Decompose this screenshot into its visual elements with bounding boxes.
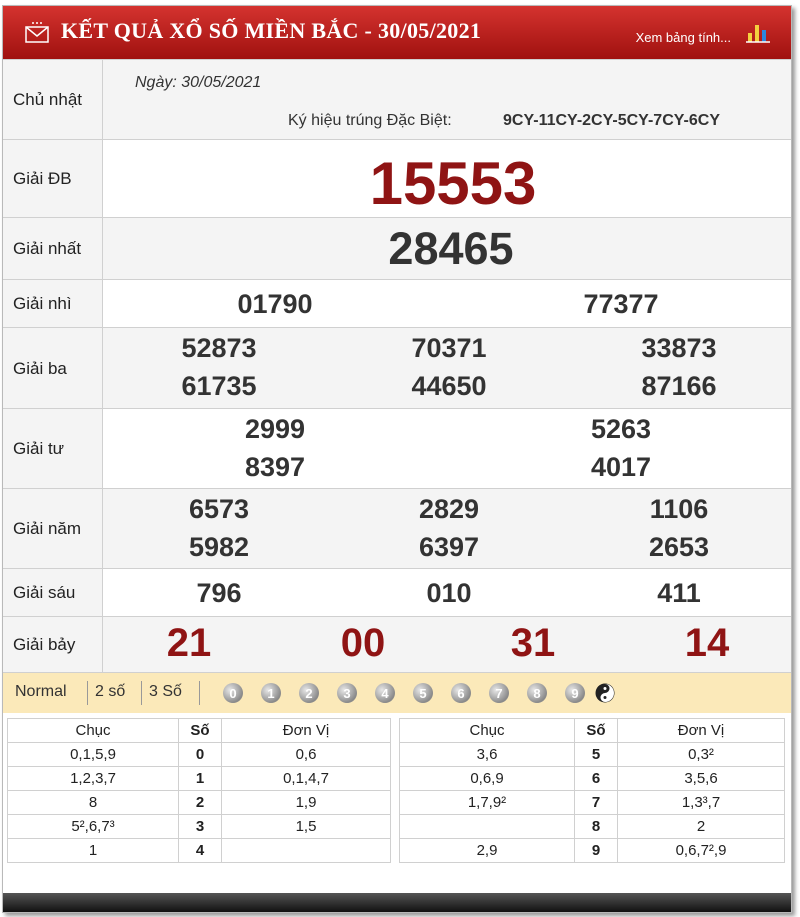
prize-number: 6573 xyxy=(188,494,250,524)
prize-number: 2829 xyxy=(418,494,480,524)
col-header: Số xyxy=(574,718,618,743)
digit-8-button[interactable]: 8 xyxy=(527,683,547,703)
table-row: 1,2,3,7 1 0,1,4,7 xyxy=(7,766,391,791)
prize-row-db: Giải ĐB 15553 xyxy=(3,139,791,218)
table-row: 3,6 5 0,3² xyxy=(399,742,785,767)
yin-yang-icon[interactable] xyxy=(595,683,615,703)
prize-number: 14 xyxy=(684,621,730,665)
info-row: Chủ nhật Ngày: 30/05/2021 Ký hiệu trúng … xyxy=(3,59,791,140)
prize-number: 796 xyxy=(196,578,242,608)
prize-number: 00 xyxy=(340,621,386,665)
prize-row-nhat: Giải nhất 28465 xyxy=(3,217,791,280)
prize-number: 28465 xyxy=(388,223,514,274)
prize-number: 77377 xyxy=(583,289,659,319)
prize-number: 87166 xyxy=(641,371,717,401)
table-row: 5²,6,7³ 3 1,5 xyxy=(7,814,391,839)
prize-number: 70371 xyxy=(411,333,487,363)
loto-table-left: Chục Số Đơn Vị 0,1,5,9 0 0,6 1,2,3,7 1 0,1,4… xyxy=(7,718,391,863)
digit-7-button[interactable]: 7 xyxy=(489,683,509,703)
prize-label: Giải năm xyxy=(3,489,103,569)
prize-number: 01790 xyxy=(237,289,313,319)
digit-2-button[interactable]: 2 xyxy=(299,683,319,703)
results-header: KẾT QUẢ XỔ SỐ MIỀN BẮC - 30/05/2021 Xem … xyxy=(3,6,791,59)
prize-number: 33873 xyxy=(641,333,717,363)
prize-label: Giải bảy xyxy=(3,617,103,673)
prize-number: 2999 xyxy=(244,414,306,444)
prize-number: 21 xyxy=(166,621,212,665)
col-header: Chục xyxy=(7,718,179,743)
prize-label: Giải nhất xyxy=(3,218,103,280)
prize-number: 6397 xyxy=(418,532,480,562)
prize-label: Giải nhì xyxy=(3,280,103,328)
prize-number: 010 xyxy=(426,578,472,608)
col-header: Chục xyxy=(399,718,575,743)
prize-number: 411 xyxy=(657,578,701,608)
prize-row-tu: Giải tư 2999 5263 8397 4017 xyxy=(3,408,791,489)
prize-label: Giải sáu xyxy=(3,569,103,617)
table-row: 2,9 9 0,6,7²,9 xyxy=(399,838,785,863)
special-code-value: 9CY-11CY-2CY-5CY-7CY-6CY xyxy=(503,112,720,129)
table-row: 82 xyxy=(399,814,785,839)
prize-row-ba: Giải ba 52873 70371 33873 61735 44650 87… xyxy=(3,327,791,409)
table-row: 0,6,9 6 3,5,6 xyxy=(399,766,785,791)
digit-6-button[interactable]: 6 xyxy=(451,683,471,703)
prize-number: 61735 xyxy=(181,371,257,401)
divider xyxy=(87,681,88,705)
view-table-link[interactable]: Xem bảng tính... xyxy=(636,30,731,45)
divider xyxy=(141,681,142,705)
divider xyxy=(199,681,200,705)
col-header: Đơn Vị xyxy=(617,718,785,743)
prize-number: 31 xyxy=(510,621,556,665)
prize-row-sau: Giải sáu 796 010 411 xyxy=(3,568,791,617)
prize-number: 5982 xyxy=(188,532,250,562)
prize-number: 52873 xyxy=(181,333,257,363)
mode-3so-button[interactable]: 3 Số xyxy=(149,683,182,701)
prize-number: 2653 xyxy=(648,532,710,562)
footer-bar xyxy=(3,893,791,912)
results-panel: KẾT QUẢ XỔ SỐ MIỀN BẮC - 30/05/2021 Xem … xyxy=(2,5,792,913)
prize-number: 5263 xyxy=(590,414,652,444)
prize-row-bay: Giải bảy 21 00 31 14 xyxy=(3,616,791,673)
special-prize-number: 15553 xyxy=(369,150,537,217)
digit-5-button[interactable]: 5 xyxy=(413,683,433,703)
table-row: 8 2 1,9 xyxy=(7,790,391,815)
table-row: 0,1,5,9 0 0,6 xyxy=(7,742,391,767)
draw-date: Ngày: 30/05/2021 xyxy=(135,74,262,91)
col-header: Đơn Vị xyxy=(221,718,391,743)
filter-toolbar: Normal 2 số 3 Số 0 1 2 3 4 5 6 7 8 9 xyxy=(3,672,791,713)
col-header: Số xyxy=(178,718,222,743)
prize-label: Giải ba xyxy=(3,328,103,409)
prize-number: 1106 xyxy=(649,494,709,524)
mode-2so-button[interactable]: 2 số xyxy=(95,683,125,701)
digit-0-button[interactable]: 0 xyxy=(223,683,243,703)
table-row: 14 xyxy=(7,838,391,863)
digit-3-button[interactable]: 3 xyxy=(337,683,357,703)
digit-9-button[interactable]: 9 xyxy=(565,683,585,703)
prize-label: Giải ĐB xyxy=(3,140,103,218)
prize-number: 4017 xyxy=(590,452,652,482)
prize-row-nhi: Giải nhì 01790 77377 xyxy=(3,279,791,328)
prize-row-nam: Giải năm 6573 2829 1106 5982 6397 2653 xyxy=(3,488,791,569)
prize-label: Giải tư xyxy=(3,409,103,489)
special-code-label: Ký hiệu trúng Đặc Biệt: xyxy=(288,112,452,129)
envelope-icon xyxy=(25,22,49,43)
digit-1-button[interactable]: 1 xyxy=(261,683,281,703)
weekday-label: Chủ nhật xyxy=(3,60,103,140)
digit-4-button[interactable]: 4 xyxy=(375,683,395,703)
bar-chart-icon[interactable] xyxy=(745,21,771,43)
prize-number: 44650 xyxy=(411,371,487,401)
mode-normal-button[interactable]: Normal xyxy=(15,683,67,701)
page-title: KẾT QUẢ XỔ SỐ MIỀN BẮC - 30/05/2021 xyxy=(61,18,482,43)
table-row: 1,7,9² 7 1,3³,7 xyxy=(399,790,785,815)
prize-number: 8397 xyxy=(244,452,306,482)
loto-table-right: Chục Số Đơn Vị 3,6 5 0,3² 0,6,9 6 3,5,6 1,7,… xyxy=(399,718,785,863)
